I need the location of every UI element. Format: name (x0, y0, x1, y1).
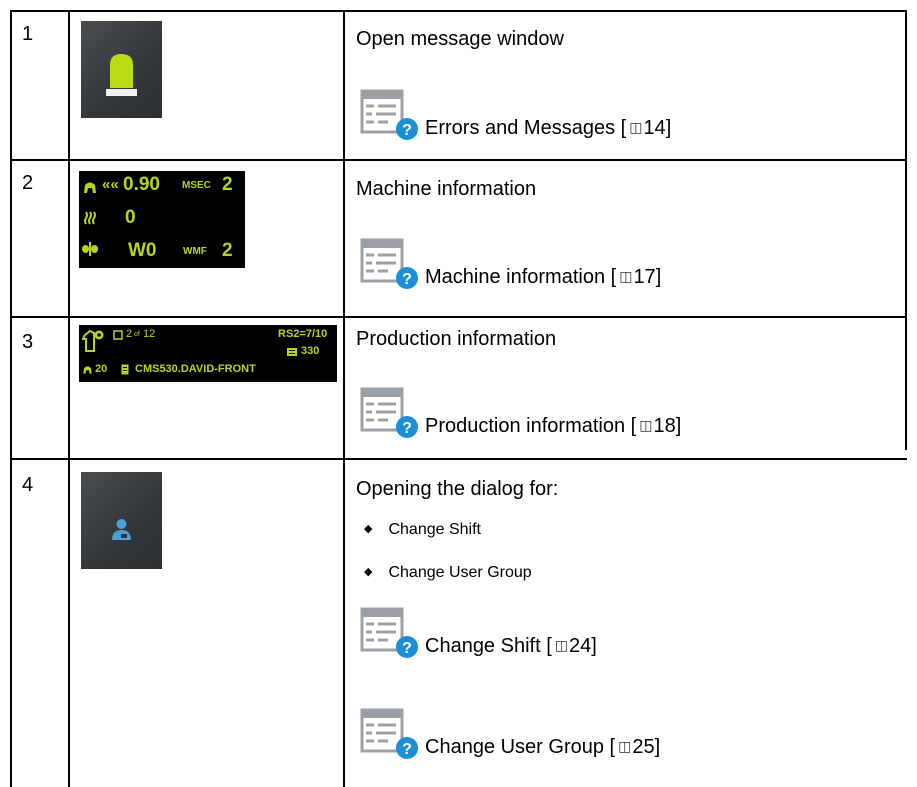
row-heading: Open message window (356, 28, 564, 50)
reference-label: Errors and Messages [ (425, 117, 627, 139)
document-with-help-badge-icon: ? (360, 607, 418, 658)
speed-unit: MSEC (182, 180, 211, 191)
row-divider (10, 458, 907, 460)
counter-value: 330 (301, 345, 320, 357)
reference-close: ] (591, 635, 597, 657)
svg-text:?: ? (402, 420, 412, 437)
column-divider (343, 10, 345, 787)
table-right-border (905, 10, 907, 450)
list-item-label: Change User Group (388, 564, 532, 581)
column-divider (68, 10, 70, 787)
reference-label: Production information [ (425, 415, 637, 437)
reference-page: 24 (568, 635, 592, 657)
status-light-icon (106, 54, 137, 96)
row-divider (10, 316, 907, 318)
list-item: ◆ Change Shift (364, 521, 481, 538)
speed-level: 2 (222, 174, 233, 195)
row-divider (10, 159, 907, 161)
user-button[interactable] (81, 472, 162, 569)
row-number: 1 (22, 23, 34, 45)
reference-page: 17 (633, 266, 656, 288)
pieces-done: 2 (126, 328, 133, 340)
user-icon (112, 519, 131, 540)
reference-close: ] (675, 415, 682, 437)
carriage-icon (84, 182, 96, 193)
reference-page: 14 (643, 117, 666, 139)
reference-page: 18 (653, 415, 676, 437)
counter-value: 0 (125, 207, 136, 228)
pieces-of: of (134, 331, 140, 338)
yarn-icon (84, 211, 96, 225)
machine-info-panel[interactable]: «« 0.90 MSEC 2 0 W0 WMF 2 (79, 171, 245, 268)
speed-value: 0.90 (123, 174, 160, 195)
document-with-help-badge-icon: ? (360, 708, 418, 759)
reference-label: Change Shift [ (425, 635, 552, 657)
reference-page: 25 (632, 736, 655, 758)
reference-label: Machine information [ (425, 266, 617, 288)
wmf-level: 2 (222, 240, 233, 261)
row-heading: Opening the dialog for: (356, 478, 559, 500)
svg-text:?: ? (402, 640, 412, 657)
list-item: ◆ Change User Group (364, 564, 532, 581)
wmf-value: W0 (128, 240, 157, 261)
wmf-unit: WMF (183, 246, 207, 257)
document-with-help-badge-icon: ? (360, 238, 418, 289)
table-top-border (10, 10, 907, 12)
reference-close: ] (665, 117, 672, 139)
reference-close: ] (654, 736, 661, 758)
table-left-border (10, 10, 12, 787)
takedown-icon (82, 242, 98, 256)
rs-value: RS2=7/10 (278, 328, 328, 340)
document-with-help-badge-icon: ? (360, 387, 418, 438)
reference-close: ] (655, 266, 662, 288)
production-info-panel[interactable]: 2 of 12 RS2=7/10 330 20 CMS530.DAVID-FRO… (79, 325, 337, 382)
row-number: 3 (22, 331, 34, 353)
reference-label: Change User Group [ (425, 736, 616, 758)
status-light-button[interactable] (81, 21, 162, 118)
direction-arrows: «« (102, 176, 119, 193)
list-item-label: Change Shift (388, 521, 481, 538)
row-heading: Machine information (356, 178, 537, 200)
row-number: 2 (22, 172, 34, 194)
program-name: CMS530.DAVID-FRONT (135, 363, 256, 375)
svg-text:?: ? (402, 122, 412, 139)
pieces-total: 12 (143, 328, 156, 340)
garment-settings-icon (82, 329, 104, 352)
carriage-icon (83, 366, 92, 374)
yarn-count: 20 (95, 363, 108, 375)
program-file-icon (121, 364, 129, 375)
svg-text:?: ? (402, 741, 412, 758)
counter-icon (287, 348, 297, 356)
document-with-help-badge-icon: ? (360, 89, 418, 140)
row-heading: Production information (356, 328, 557, 350)
pieces-icon (113, 330, 123, 340)
row-number: 4 (22, 474, 34, 496)
svg-text:?: ? (402, 271, 412, 288)
